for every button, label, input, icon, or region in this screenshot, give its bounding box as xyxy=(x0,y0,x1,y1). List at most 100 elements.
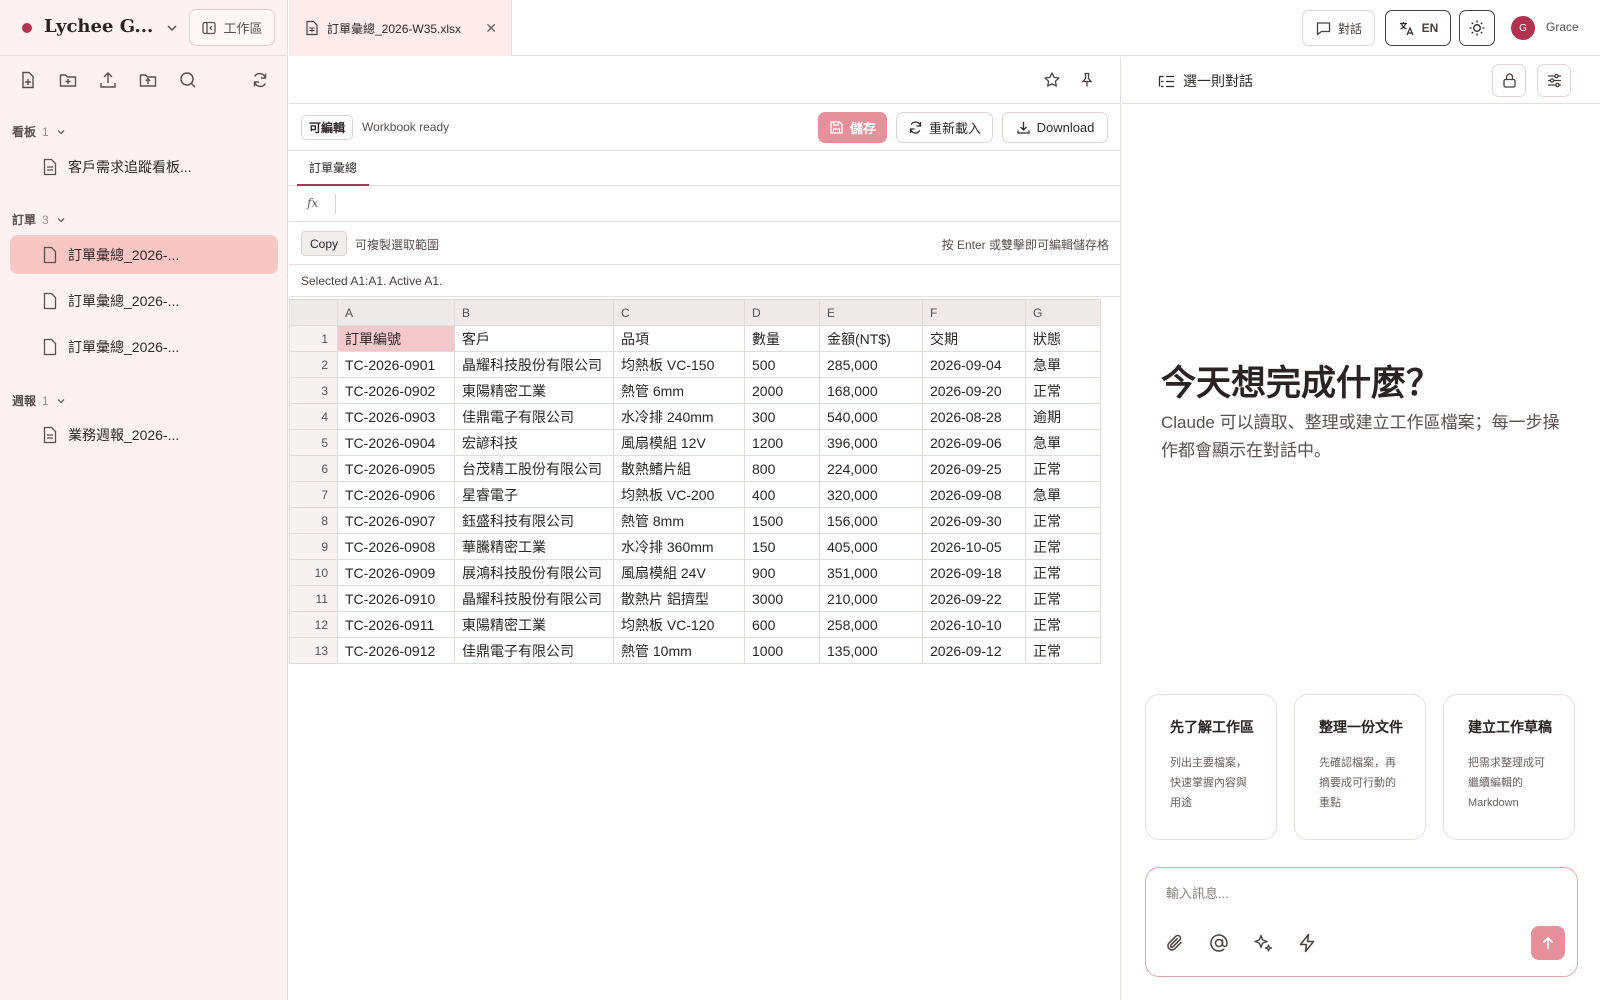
sheet-tab-orders[interactable]: 訂單彙總 xyxy=(297,151,370,186)
table-cell[interactable]: 258,000 xyxy=(819,611,923,638)
theme-toggle-button[interactable] xyxy=(1459,10,1495,46)
table-cell[interactable]: 900 xyxy=(744,559,820,586)
row-number[interactable]: 11 xyxy=(289,585,338,612)
table-cell[interactable]: 東陽精密工業 xyxy=(454,611,614,638)
table-cell[interactable]: TC-2026-0903 xyxy=(337,403,455,430)
table-cell[interactable]: TC-2026-0907 xyxy=(337,507,455,534)
table-cell[interactable]: 320,000 xyxy=(819,481,923,508)
table-cell[interactable]: TC-2026-0912 xyxy=(337,637,455,664)
table-cell[interactable]: 東陽精密工業 xyxy=(454,377,614,404)
column-header[interactable]: E xyxy=(819,299,923,326)
row-number[interactable]: 10 xyxy=(289,559,338,586)
upload-icon[interactable] xyxy=(98,70,118,90)
table-cell[interactable]: 2026-09-25 xyxy=(922,455,1026,482)
section-weekly[interactable]: 週報 1 xyxy=(12,392,67,409)
table-cell[interactable]: 交期 xyxy=(922,325,1026,352)
copy-button[interactable]: Copy xyxy=(301,231,348,256)
table-cell[interactable]: 急單 xyxy=(1025,429,1101,456)
sidebar-item-orders-3[interactable]: 訂單彙總_2026-... xyxy=(10,327,278,366)
table-cell[interactable]: 2026-09-30 xyxy=(922,507,1026,534)
row-number[interactable]: 12 xyxy=(289,611,338,638)
table-cell[interactable]: 急單 xyxy=(1025,351,1101,378)
table-cell[interactable]: 鈺盛科技有限公司 xyxy=(454,507,614,534)
table-cell[interactable]: 285,000 xyxy=(819,351,923,378)
table-cell[interactable]: TC-2026-0908 xyxy=(337,533,455,560)
table-cell[interactable]: TC-2026-0911 xyxy=(337,611,455,638)
spreadsheet-grid[interactable]: A B C D E F G 1 訂單編號 客戶 品項 數量 金額(NT$) 交期 狀態 2 TC-… xyxy=(289,299,1101,664)
row-number[interactable]: 7 xyxy=(289,481,338,508)
table-cell[interactable]: 1500 xyxy=(744,507,820,534)
table-cell[interactable]: 佳鼎電子有限公司 xyxy=(454,637,614,664)
corner-cell[interactable] xyxy=(289,299,338,326)
table-cell[interactable]: 2026-09-12 xyxy=(922,637,1026,664)
brand-name[interactable]: Lychee G... xyxy=(44,16,153,37)
download-button[interactable]: Download xyxy=(1002,112,1108,143)
table-cell[interactable]: 正常 xyxy=(1025,533,1101,560)
suggestion-card-draft[interactable]: 建立工作草稿 把需求整理成可繼續編輯的 Markdown xyxy=(1443,694,1575,840)
table-cell[interactable]: 急單 xyxy=(1025,481,1101,508)
table-cell[interactable]: 均熱板 VC-120 xyxy=(613,611,745,638)
user-name[interactable]: Grace xyxy=(1546,20,1579,34)
row-number[interactable]: 1 xyxy=(289,325,338,352)
formula-bar[interactable]: fx xyxy=(289,186,1121,222)
table-cell[interactable]: 水冷排 240mm xyxy=(613,403,745,430)
table-cell[interactable]: TC-2026-0902 xyxy=(337,377,455,404)
table-cell[interactable]: 800 xyxy=(744,455,820,482)
table-cell[interactable]: 正常 xyxy=(1025,611,1101,638)
row-number[interactable]: 13 xyxy=(289,637,338,664)
column-header[interactable]: C xyxy=(613,299,745,326)
column-header[interactable]: B xyxy=(454,299,614,326)
table-cell[interactable]: 1000 xyxy=(744,637,820,664)
table-cell[interactable]: 風扇模組 24V xyxy=(613,559,745,586)
language-button[interactable]: EN xyxy=(1385,10,1451,46)
table-cell[interactable]: 風扇模組 12V xyxy=(613,429,745,456)
pin-icon[interactable] xyxy=(1078,71,1096,89)
table-cell[interactable]: 2000 xyxy=(744,377,820,404)
avatar[interactable]: G xyxy=(1511,16,1535,40)
suggestion-card-workspace[interactable]: 先了解工作區 列出主要檔案，快速掌握內容與用途 xyxy=(1145,694,1277,840)
table-cell[interactable]: 佳鼎電子有限公司 xyxy=(454,403,614,430)
column-header[interactable]: D xyxy=(744,299,820,326)
new-file-icon[interactable] xyxy=(18,70,38,90)
table-cell[interactable]: 華騰精密工業 xyxy=(454,533,614,560)
table-cell[interactable]: 3000 xyxy=(744,585,820,612)
table-cell[interactable]: 2026-09-22 xyxy=(922,585,1026,612)
table-cell[interactable]: 正常 xyxy=(1025,455,1101,482)
save-button[interactable]: 儲存 xyxy=(818,112,887,143)
row-number[interactable]: 9 xyxy=(289,533,338,560)
table-cell[interactable]: 600 xyxy=(744,611,820,638)
table-cell[interactable]: 2026-10-05 xyxy=(922,533,1026,560)
section-kanban[interactable]: 看板 1 xyxy=(12,123,67,140)
table-cell[interactable]: 150 xyxy=(744,533,820,560)
sidebar-item-weekly[interactable]: 業務週報_2026-... xyxy=(10,415,278,454)
table-cell[interactable]: 135,000 xyxy=(819,637,923,664)
table-cell[interactable]: 均熱板 VC-200 xyxy=(613,481,745,508)
table-cell[interactable]: 168,000 xyxy=(819,377,923,404)
column-header[interactable]: G xyxy=(1025,299,1101,326)
table-cell[interactable]: 熱管 10mm xyxy=(613,637,745,664)
table-cell[interactable]: 金額(NT$) xyxy=(819,325,923,352)
message-input[interactable] xyxy=(1166,886,1556,901)
lock-button[interactable] xyxy=(1492,64,1526,97)
table-cell[interactable]: 客戶 xyxy=(454,325,614,352)
refresh-icon[interactable] xyxy=(250,70,270,90)
sidebar-item-orders-1[interactable]: 訂單彙總_2026-... xyxy=(10,235,278,274)
workspace-toggle-button[interactable]: 工作區 xyxy=(189,9,275,46)
row-number[interactable]: 6 xyxy=(289,455,338,482)
table-cell[interactable]: 散熱鰭片組 xyxy=(613,455,745,482)
table-cell[interactable]: 逾期 xyxy=(1025,403,1101,430)
table-cell[interactable]: 台茂精工股份有限公司 xyxy=(454,455,614,482)
table-cell[interactable]: 晶耀科技股份有限公司 xyxy=(454,585,614,612)
star-icon[interactable] xyxy=(1043,71,1061,89)
file-tab[interactable]: 訂單彙總_2026-W35.xlsx ✕ xyxy=(289,0,512,56)
table-cell[interactable]: 396,000 xyxy=(819,429,923,456)
table-cell[interactable]: 2026-10-10 xyxy=(922,611,1026,638)
table-cell[interactable]: 水冷排 360mm xyxy=(613,533,745,560)
table-cell[interactable]: 2026-09-20 xyxy=(922,377,1026,404)
table-cell[interactable]: 正常 xyxy=(1025,637,1101,664)
column-header[interactable]: F xyxy=(922,299,1026,326)
sparkles-icon[interactable] xyxy=(1252,932,1276,956)
table-cell[interactable]: 2026-09-08 xyxy=(922,481,1026,508)
table-cell[interactable]: TC-2026-0906 xyxy=(337,481,455,508)
table-cell[interactable]: 熱管 8mm xyxy=(613,507,745,534)
